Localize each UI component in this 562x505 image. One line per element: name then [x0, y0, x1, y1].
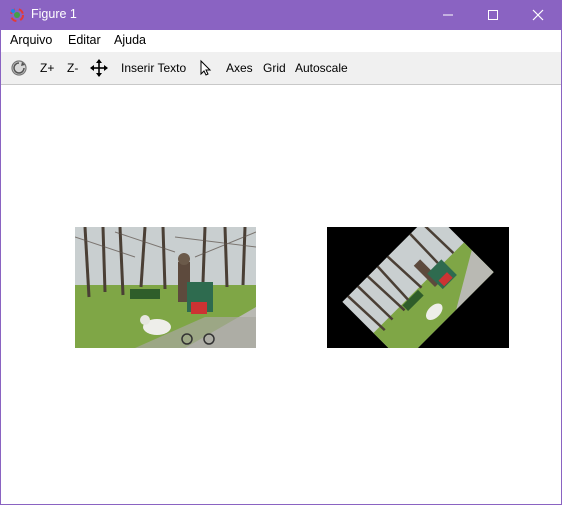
zoom-in-button[interactable]: Z+: [40, 61, 54, 75]
menu-arquivo[interactable]: Arquivo: [10, 33, 52, 47]
menu-editar[interactable]: Editar: [68, 33, 101, 47]
figure-canvas[interactable]: [1, 85, 561, 504]
insert-text-button[interactable]: Inserir Texto: [121, 61, 186, 75]
app-window: Figure 1 Arquivo Editar Ajuda Z+ Z- Inse…: [0, 0, 562, 505]
grid-button[interactable]: Grid: [263, 61, 286, 75]
zoom-out-button[interactable]: Z-: [67, 61, 78, 75]
image-panel-original: [75, 227, 256, 348]
pointer-icon[interactable]: [196, 59, 214, 77]
app-icon: [10, 8, 24, 22]
park-photo-rotated: [327, 227, 509, 348]
minimize-button[interactable]: [425, 0, 471, 30]
park-photo: [75, 227, 256, 348]
menu-bar: Arquivo Editar Ajuda: [1, 30, 561, 52]
axes-button[interactable]: Axes: [226, 61, 253, 75]
reset-view-icon[interactable]: [10, 59, 28, 77]
menu-ajuda[interactable]: Ajuda: [114, 33, 146, 47]
close-icon: [532, 9, 544, 21]
window-title: Figure 1: [31, 7, 77, 21]
toolbar: Z+ Z- Inserir Texto Axes Grid Autoscale: [1, 52, 561, 85]
maximize-button[interactable]: [470, 0, 516, 30]
title-bar[interactable]: Figure 1: [1, 0, 562, 30]
pan-icon[interactable]: [90, 59, 108, 77]
autoscale-button[interactable]: Autoscale: [295, 61, 348, 75]
image-panel-rotated: [327, 227, 509, 348]
minimize-icon: [443, 14, 453, 16]
close-button[interactable]: [515, 0, 561, 30]
maximize-icon: [488, 10, 498, 20]
